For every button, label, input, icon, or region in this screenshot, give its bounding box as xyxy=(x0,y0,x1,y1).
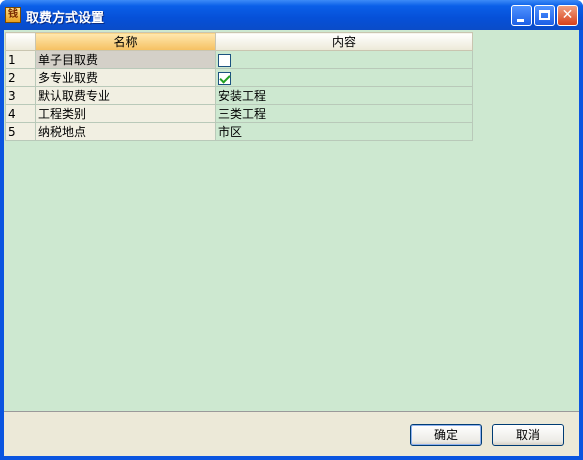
row-number[interactable]: 5 xyxy=(5,122,36,141)
setting-value-cell[interactable]: 安装工程 xyxy=(215,86,473,105)
column-header-value[interactable]: 内容 xyxy=(215,32,473,51)
checkbox-unchecked[interactable] xyxy=(218,53,231,67)
setting-name-cell[interactable]: 纳税地点 xyxy=(35,122,216,141)
row-number[interactable]: 1 xyxy=(5,50,36,69)
checkbox-checked[interactable] xyxy=(218,71,231,85)
table-row[interactable]: 4 工程类别 三类工程 xyxy=(5,104,473,123)
row-number[interactable]: 2 xyxy=(5,68,36,87)
minimize-icon xyxy=(517,19,524,22)
dialog-body: 名称 内容 1 单子目取费 2 多专业取费 3 默认取费专业 安装工程 4 工程类别 三类工程 5 纳… xyxy=(4,30,579,456)
table-row[interactable]: 1 单子目取费 xyxy=(5,50,473,69)
settings-grid: 名称 内容 1 单子目取费 2 多专业取费 3 默认取费专业 安装工程 4 工程类别 三类工程 5 纳… xyxy=(5,32,473,141)
table-row[interactable]: 5 纳税地点 市区 xyxy=(5,122,473,141)
setting-value-cell[interactable]: 市区 xyxy=(215,122,473,141)
close-icon: ✕ xyxy=(561,7,574,23)
setting-name-cell[interactable]: 单子目取费 xyxy=(35,50,216,69)
setting-checkbox-cell[interactable] xyxy=(215,50,473,69)
ok-button[interactable]: 确定 xyxy=(410,424,482,446)
close-button[interactable]: ✕ xyxy=(557,5,578,26)
row-number[interactable]: 4 xyxy=(5,104,36,123)
dialog-window: 钱 取费方式设置 ✕ 名称 内容 1 单子目取费 2 多专业取费 3 默认取费专… xyxy=(0,0,583,460)
table-row[interactable]: 3 默认取费专业 安装工程 xyxy=(5,86,473,105)
title-bar[interactable]: 钱 取费方式设置 ✕ xyxy=(0,0,583,30)
setting-name-cell[interactable]: 多专业取费 xyxy=(35,68,216,87)
setting-name-cell[interactable]: 默认取费专业 xyxy=(35,86,216,105)
grid-header-row: 名称 内容 xyxy=(5,32,473,51)
column-header-name[interactable]: 名称 xyxy=(35,32,216,51)
row-number[interactable]: 3 xyxy=(5,86,36,105)
setting-value-cell[interactable]: 三类工程 xyxy=(215,104,473,123)
table-row[interactable]: 2 多专业取费 xyxy=(5,68,473,87)
cancel-button[interactable]: 取消 xyxy=(492,424,564,446)
column-header-rownum xyxy=(5,32,36,51)
settings-grid-area: 名称 内容 1 单子目取费 2 多专业取费 3 默认取费专业 安装工程 4 工程类别 三类工程 5 纳… xyxy=(4,30,579,412)
setting-name-cell[interactable]: 工程类别 xyxy=(35,104,216,123)
app-icon: 钱 xyxy=(5,7,21,23)
maximize-button[interactable] xyxy=(534,5,555,26)
maximize-icon xyxy=(539,10,550,20)
checkmark-icon xyxy=(219,71,231,84)
minimize-button[interactable] xyxy=(511,5,532,26)
window-title: 取费方式设置 xyxy=(26,11,105,26)
setting-checkbox-cell[interactable] xyxy=(215,68,473,87)
